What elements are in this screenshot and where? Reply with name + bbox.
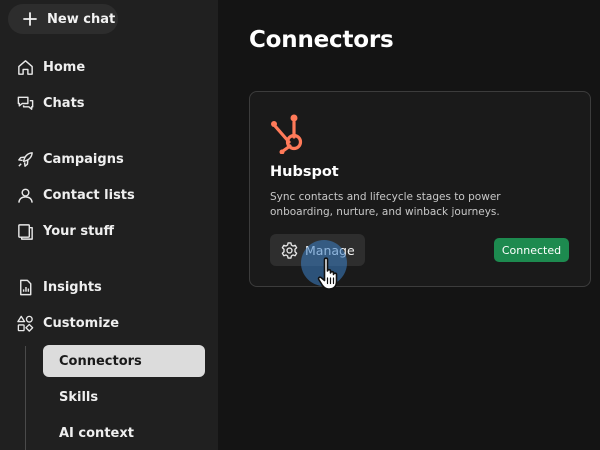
connector-name: Hubspot (270, 164, 339, 180)
contacts-icon (15, 185, 35, 205)
sidebar-item-label: Customize (43, 315, 120, 331)
sidebar-subitem-label: Skills (59, 389, 99, 405)
hubspot-logo-icon (271, 114, 303, 154)
sidebar-item-contact-lists[interactable]: Contact lists (15, 184, 135, 206)
sidebar-item-customize[interactable]: Customize (15, 312, 119, 334)
sidebar-item-your-stuff[interactable]: Your stuff (15, 220, 114, 242)
sidebar-item-home[interactable]: Home (15, 56, 85, 78)
sidebar-item-label: Insights (43, 279, 102, 295)
page-title: Connectors (249, 27, 394, 53)
new-chat-label: New chat (47, 11, 116, 27)
report-icon (15, 277, 35, 297)
sidebar-subitem-label: AI context (59, 425, 134, 441)
sidebar-item-chats[interactable]: Chats (15, 92, 85, 114)
sidebar-subitem-connectors[interactable]: Connectors (43, 345, 205, 377)
connector-description: Sync contacts and lifecycle stages to po… (270, 191, 501, 218)
sidebar-item-label: Your stuff (43, 223, 115, 239)
rocket-icon (15, 149, 35, 169)
sidebar-item-label: Contact lists (43, 187, 135, 203)
status-badge: Connected (494, 238, 569, 262)
shapes-icon (15, 313, 35, 333)
chat-bubbles-icon (15, 93, 35, 113)
sidebar-subitem-skills[interactable]: Skills (43, 381, 205, 413)
sidebar-item-campaigns[interactable]: Campaigns (15, 148, 124, 170)
home-icon (15, 57, 35, 77)
sidebar-item-label: Chats (43, 95, 85, 111)
sidebar-item-label: Home (43, 59, 86, 75)
tree-connector-line (25, 346, 26, 450)
sidebar: New chat Home Chats Campaigns Contact li… (0, 0, 218, 450)
connector-card: Hubspot Sync contacts and lifecycle stag… (249, 91, 591, 287)
new-chat-button[interactable]: New chat (8, 4, 118, 34)
gear-icon (281, 241, 298, 259)
sidebar-item-insights[interactable]: Insights (15, 276, 102, 298)
hand-pointer-cursor-icon (317, 257, 338, 290)
sidebar-subitem-ai-context[interactable]: AI context (43, 417, 205, 449)
file-stack-icon (15, 221, 35, 241)
sidebar-item-label: Campaigns (43, 151, 124, 167)
sidebar-subitem-label: Connectors (59, 353, 142, 369)
plus-icon (23, 12, 37, 26)
